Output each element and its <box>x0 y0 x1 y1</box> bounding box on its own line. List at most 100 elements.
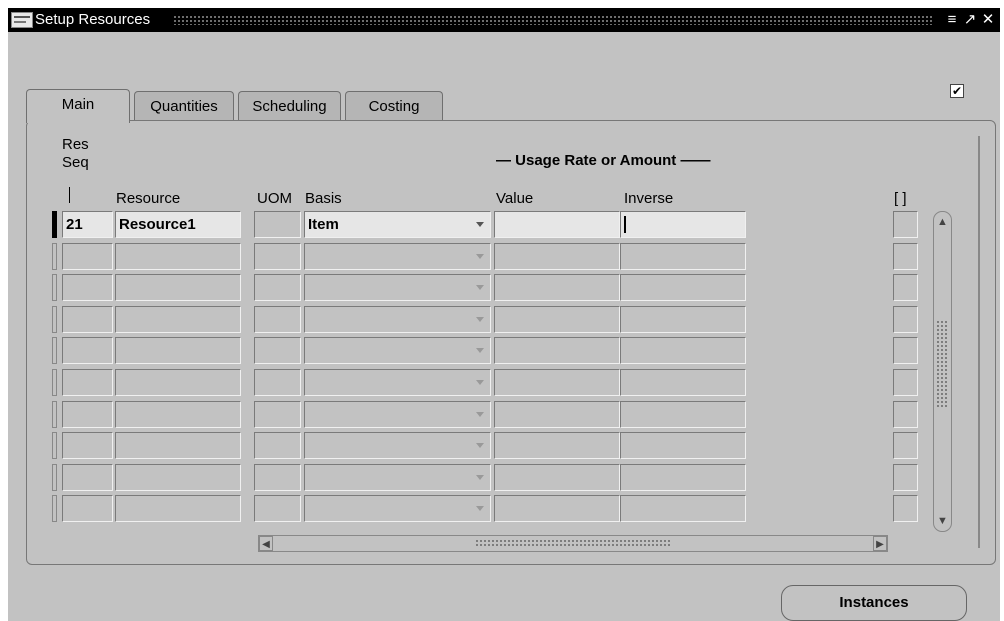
uom-cell[interactable] <box>254 274 301 301</box>
inverse-cell[interactable] <box>620 369 746 396</box>
basis-select[interactable] <box>304 369 491 396</box>
resource-cell[interactable] <box>115 306 241 333</box>
horizontal-scroll-thumb[interactable] <box>475 539 671 548</box>
inverse-cell[interactable] <box>620 337 746 364</box>
basis-select[interactable] <box>304 464 491 491</box>
chevron-down-icon[interactable] <box>476 348 484 353</box>
resource-cell[interactable] <box>115 464 241 491</box>
row-selector[interactable] <box>52 432 57 459</box>
resource-cell[interactable] <box>115 401 241 428</box>
basis-select[interactable] <box>304 432 491 459</box>
basis-select[interactable] <box>304 401 491 428</box>
tab-main[interactable]: Main <box>26 89 130 123</box>
minimize-icon[interactable]: ≡ <box>943 10 961 30</box>
row-selector[interactable] <box>52 495 57 522</box>
chevron-down-icon[interactable] <box>476 412 484 417</box>
uom-cell[interactable] <box>254 243 301 270</box>
res-seq-cell[interactable] <box>62 306 113 333</box>
row-selector[interactable] <box>52 274 57 301</box>
maximize-icon[interactable]: ↗ <box>961 10 979 30</box>
resource-cell[interactable] <box>115 337 241 364</box>
chevron-down-icon[interactable] <box>476 285 484 290</box>
resource-cell[interactable] <box>115 495 241 522</box>
resource-cell[interactable]: Resource1 <box>115 211 241 238</box>
row-selector[interactable] <box>52 369 57 396</box>
uom-cell[interactable] <box>254 337 301 364</box>
inverse-cell[interactable] <box>620 401 746 428</box>
flex-cell[interactable] <box>893 306 918 333</box>
basis-select[interactable] <box>304 306 491 333</box>
row-selector[interactable] <box>52 401 57 428</box>
resource-cell[interactable] <box>115 274 241 301</box>
tab-costing[interactable]: Costing <box>345 91 443 121</box>
row-selector[interactable] <box>52 306 57 333</box>
basis-select[interactable] <box>304 337 491 364</box>
flex-cell[interactable] <box>893 464 918 491</box>
chevron-down-icon[interactable] <box>476 254 484 259</box>
row-selector[interactable] <box>52 337 57 364</box>
horizontal-scrollbar[interactable]: ◀ ▶ <box>258 535 888 552</box>
scroll-left-icon[interactable]: ◀ <box>259 536 273 551</box>
inverse-cell[interactable] <box>620 211 746 238</box>
res-seq-cell[interactable] <box>62 337 113 364</box>
flex-cell[interactable] <box>893 274 918 301</box>
resource-cell[interactable] <box>115 432 241 459</box>
value-cell[interactable] <box>494 432 620 459</box>
uom-cell[interactable] <box>254 401 301 428</box>
uom-cell[interactable] <box>254 306 301 333</box>
value-cell[interactable] <box>494 401 620 428</box>
uom-cell[interactable] <box>254 495 301 522</box>
inverse-cell[interactable] <box>620 306 746 333</box>
inverse-cell[interactable] <box>620 495 746 522</box>
uom-cell[interactable] <box>254 464 301 491</box>
basis-select[interactable] <box>304 495 491 522</box>
value-cell[interactable] <box>494 464 620 491</box>
value-cell[interactable] <box>494 243 620 270</box>
flex-cell[interactable] <box>893 369 918 396</box>
chevron-down-icon[interactable] <box>476 475 484 480</box>
inverse-cell[interactable] <box>620 432 746 459</box>
basis-select[interactable] <box>304 274 491 301</box>
chevron-down-icon[interactable] <box>476 380 484 385</box>
row-selector[interactable] <box>52 211 57 238</box>
res-seq-cell[interactable] <box>62 243 113 270</box>
instances-button[interactable]: Instances <box>781 585 967 621</box>
res-seq-cell[interactable] <box>62 495 113 522</box>
value-cell[interactable] <box>494 495 620 522</box>
chevron-down-icon[interactable] <box>476 222 484 227</box>
inverse-cell[interactable] <box>620 274 746 301</box>
res-seq-cell[interactable] <box>62 401 113 428</box>
value-cell[interactable] <box>494 369 620 396</box>
value-cell[interactable] <box>494 211 620 238</box>
vertical-scroll-thumb[interactable] <box>936 320 949 408</box>
resource-cell[interactable] <box>115 369 241 396</box>
res-seq-cell[interactable] <box>62 464 113 491</box>
close-icon[interactable]: ✕ <box>979 10 997 30</box>
scroll-up-icon[interactable]: ▲ <box>935 215 950 229</box>
flex-cell[interactable] <box>893 401 918 428</box>
tab-quantities[interactable]: Quantities <box>134 91 234 121</box>
scroll-down-icon[interactable]: ▼ <box>935 514 950 528</box>
flex-cell[interactable] <box>893 243 918 270</box>
flex-cell[interactable] <box>893 495 918 522</box>
uom-cell[interactable] <box>254 432 301 459</box>
row-selector[interactable] <box>52 243 57 270</box>
res-seq-cell[interactable] <box>62 369 113 396</box>
chevron-down-icon[interactable] <box>476 506 484 511</box>
res-seq-cell[interactable] <box>62 432 113 459</box>
value-cell[interactable] <box>494 337 620 364</box>
basis-select[interactable] <box>304 243 491 270</box>
inverse-cell[interactable] <box>620 464 746 491</box>
vertical-scrollbar[interactable]: ▲ ▼ <box>933 211 952 532</box>
tab-scheduling[interactable]: Scheduling <box>238 91 341 121</box>
resource-cell[interactable] <box>115 243 241 270</box>
res-seq-cell[interactable] <box>62 274 113 301</box>
basis-select[interactable]: Item <box>304 211 491 238</box>
scroll-right-icon[interactable]: ▶ <box>873 536 887 551</box>
uom-cell[interactable] <box>254 369 301 396</box>
chevron-down-icon[interactable] <box>476 443 484 448</box>
value-cell[interactable] <box>494 274 620 301</box>
inverse-cell[interactable] <box>620 243 746 270</box>
chevron-down-icon[interactable] <box>476 317 484 322</box>
res-seq-cell[interactable]: 21 <box>62 211 113 238</box>
